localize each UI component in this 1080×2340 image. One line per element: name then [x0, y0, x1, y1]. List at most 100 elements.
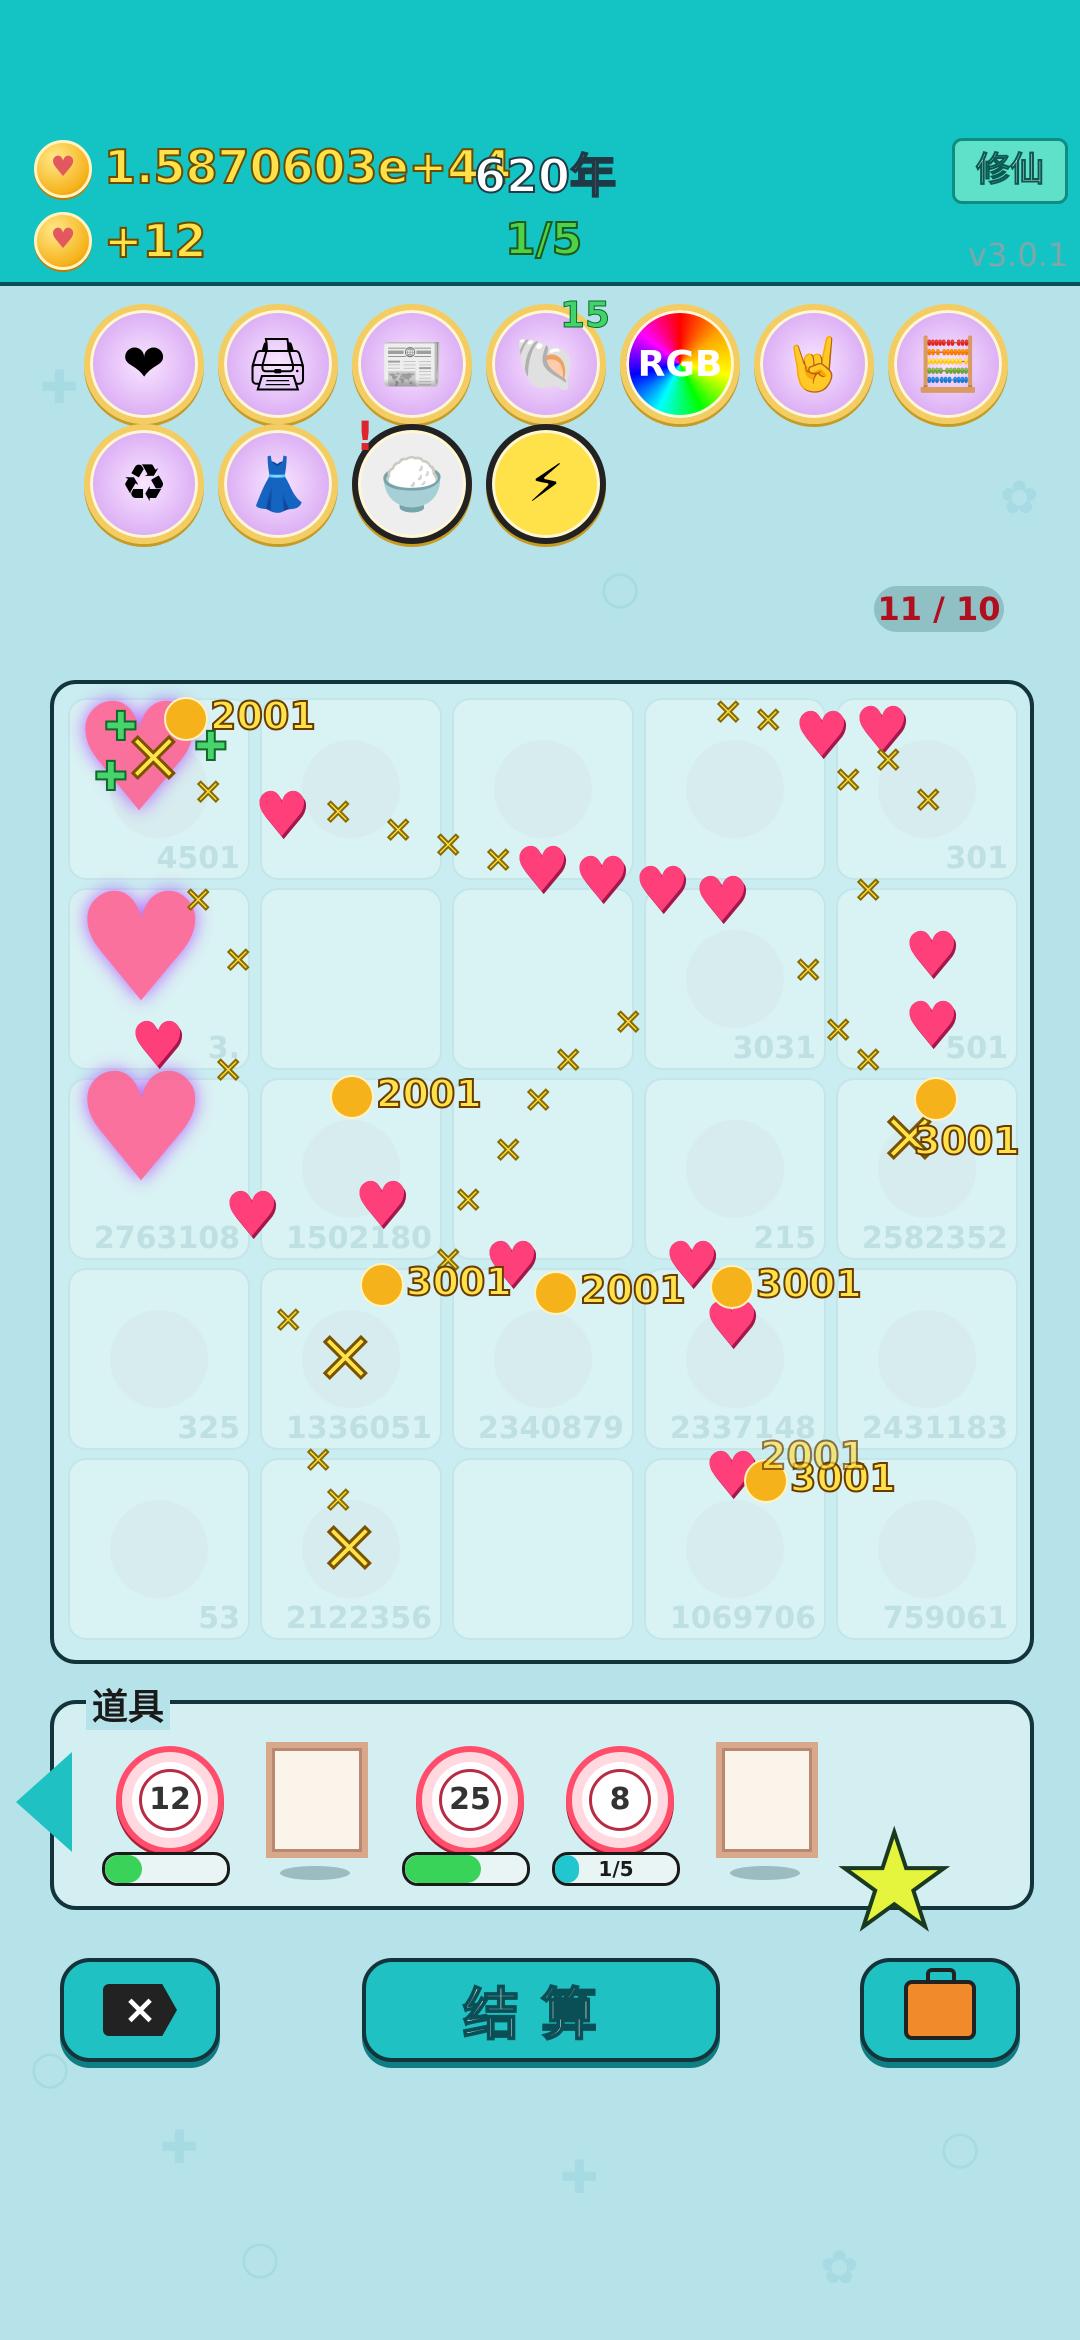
x-mark-icon: ✕ — [183, 881, 213, 921]
x-mark-icon: ✕ — [853, 1041, 883, 1081]
delete-tag-icon: × — [103, 1984, 177, 2036]
x-mark-icon: ✕ — [319, 1508, 381, 1590]
picture-frame-prop[interactable] — [266, 1742, 368, 1858]
recycle-icon[interactable]: ♻ — [84, 424, 204, 544]
bg-cross-icon: ✚ — [160, 2120, 199, 2174]
gpu-card-icon — [110, 1310, 208, 1408]
cell-value: 1069706 — [669, 1601, 816, 1636]
year-counter: 620年 — [473, 148, 617, 204]
prop-progress-bar — [402, 1852, 530, 1886]
coin-reward-value: 2001 — [759, 1434, 867, 1478]
rock-hand-icon[interactable]: 🤘 — [754, 304, 874, 424]
math-head-icon[interactable]: 🧮 — [888, 304, 1008, 424]
coin-reward-label: 2001 — [330, 1072, 483, 1119]
time-magazine-icon[interactable]: 📰 — [352, 304, 472, 424]
briefcase-icon — [904, 1968, 976, 2040]
x-mark-icon: ✕ — [853, 871, 883, 911]
coin-icon — [360, 1262, 404, 1307]
heart-icon: ♥ — [904, 918, 960, 991]
coin-reward-label: 2001 — [164, 695, 317, 741]
coin-icon — [164, 696, 208, 741]
x-mark-icon: ✕ — [453, 1181, 483, 1221]
x-mark-icon: ✕ — [873, 741, 903, 781]
board-cell[interactable]: 325 — [68, 1268, 250, 1450]
coin-reward-label: 2001 — [759, 1434, 867, 1478]
heart-icon: ♥ — [634, 853, 690, 926]
coin-reward-value: 2001 — [579, 1268, 687, 1312]
coin-icon — [914, 1076, 958, 1121]
settle-button[interactable]: 结算 — [362, 1958, 720, 2062]
prop-level: 12 — [139, 1769, 201, 1831]
cell-value: 759061 — [882, 1601, 1008, 1636]
heart-potion-icon[interactable]: ❤ — [84, 304, 204, 424]
x-mark-icon: ✕ — [223, 941, 253, 981]
board-cell[interactable]: 53 — [68, 1458, 250, 1640]
x-mark-icon: ✕ — [613, 1003, 643, 1043]
cell-value: 2763108 — [93, 1221, 240, 1256]
heart-icon: ♥ — [794, 698, 850, 771]
bg-flower-icon: ✿ — [820, 2240, 859, 2294]
board-cell[interactable] — [260, 888, 442, 1070]
bg-ring-icon: ○ — [240, 2230, 281, 2284]
skirt-icon[interactable]: 👗 — [218, 424, 338, 544]
heart-icon: ♥ — [254, 778, 310, 851]
money-total: 1.5870603e+44 — [103, 139, 512, 195]
prop-level: 8 — [589, 1769, 651, 1831]
coin-reward-label: 2001 — [534, 1268, 687, 1315]
board-slot-counter: 11 / 10 — [874, 586, 1004, 632]
printer-icon[interactable]: 🖨 — [218, 304, 338, 424]
cell-value: 215 — [753, 1221, 816, 1256]
star-icon[interactable]: ★ — [834, 1814, 955, 1948]
bg-cross-icon: ✚ — [560, 2150, 599, 2204]
character-face — [686, 1500, 784, 1598]
x-mark-icon: ✕ — [383, 811, 413, 851]
x-mark-icon: ✕ — [303, 1441, 333, 1481]
x-mark-icon: ✕ — [833, 761, 863, 801]
delete-button[interactable]: × — [60, 1958, 220, 2062]
coin-icon — [330, 1074, 374, 1119]
prop-progress-bar — [102, 1852, 230, 1886]
prop-shadow — [280, 1866, 350, 1880]
cell-value: 2340879 — [477, 1411, 624, 1446]
income-rate: +12 — [103, 213, 208, 269]
backpack-button[interactable] — [860, 1958, 1020, 2062]
heart-icon: ♥ — [130, 1008, 186, 1081]
character-face — [686, 930, 784, 1028]
scroll-left-arrow-icon[interactable] — [16, 1752, 72, 1852]
gpu-card-icon — [110, 1500, 208, 1598]
cell-value: 2122356 — [285, 1601, 432, 1636]
coin-icon — [710, 1264, 754, 1309]
prop-progress-fill — [105, 1855, 142, 1883]
cell-value: 53 — [198, 1601, 240, 1636]
x-mark-icon: ✕ — [273, 1301, 303, 1341]
board-cell[interactable]: 2431183 — [836, 1268, 1018, 1450]
heart-icon: ♥ — [514, 833, 570, 906]
heart-icon: ♥ — [224, 1178, 280, 1251]
target-prop[interactable]: 25 — [416, 1746, 524, 1854]
picture-frame-prop[interactable] — [716, 1742, 818, 1858]
x-mark-icon: ✕ — [553, 1041, 583, 1081]
cultivation-button[interactable]: 修仙 — [952, 138, 1068, 204]
coin-icon — [34, 212, 92, 270]
character-face — [878, 1500, 976, 1598]
prop-shadow — [730, 1866, 800, 1880]
character-face — [494, 740, 592, 838]
prop-progress-fill — [405, 1855, 481, 1883]
bg-cross-icon: ✚ — [40, 360, 79, 414]
coin-reward-value: 3001 — [755, 1262, 863, 1306]
rgb-icon[interactable]: RGB — [620, 304, 740, 424]
board-cell[interactable] — [452, 1458, 634, 1640]
target-prop[interactable]: 8 — [566, 1746, 674, 1854]
shell-count: 15 — [559, 295, 611, 337]
plus-icon: ✚ — [93, 753, 128, 801]
coin-reward-label: 3001 — [913, 1076, 1030, 1163]
heart-icon: ♥ — [354, 1168, 410, 1241]
game-board[interactable]: 4501 301 3. 3031 501 2763108 1502180 215… — [50, 680, 1034, 1664]
x-mark-icon: ✕ — [483, 841, 513, 881]
coin-reward-value: 2001 — [375, 1072, 483, 1116]
coin-reward-value: 3001 — [913, 1118, 1021, 1163]
target-prop[interactable]: 12 — [116, 1746, 224, 1854]
prop-level: 25 — [439, 1769, 501, 1831]
coin-icon — [534, 1270, 578, 1315]
lightning-icon[interactable]: ⚡ — [486, 424, 606, 544]
